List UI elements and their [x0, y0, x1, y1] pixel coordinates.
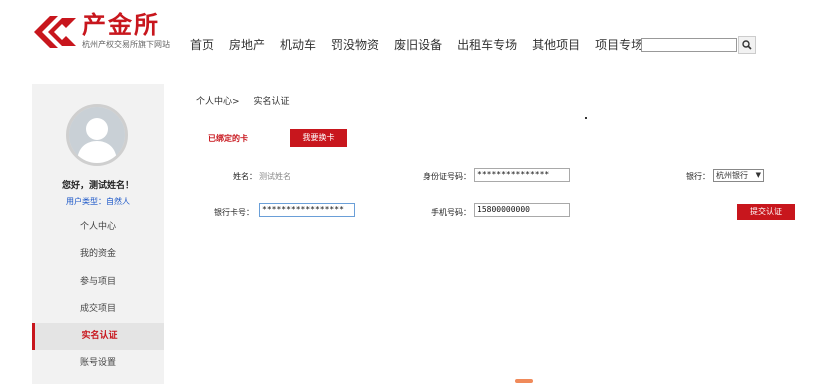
nav-used-equipment[interactable]: 废旧设备 — [394, 36, 442, 54]
brand-title: 产金所 — [82, 11, 160, 39]
bottom-decoration — [515, 379, 533, 383]
nav-confiscated[interactable]: 罚没物资 — [331, 36, 379, 54]
nav-taxi[interactable]: 出租车专场 — [457, 36, 517, 54]
nav-real-estate[interactable]: 房地产 — [229, 36, 265, 54]
sidebar-item-verification[interactable]: 实名认证 — [32, 323, 164, 351]
logo-mark-icon — [34, 16, 76, 48]
site-logo[interactable]: 产金所 杭州产权交易所旗下网站 — [32, 10, 182, 54]
change-card-button[interactable]: 我要换卡 — [290, 129, 347, 147]
bound-card-tab[interactable]: 已绑定的卡 — [208, 133, 248, 144]
search-input[interactable] — [641, 38, 737, 52]
user-avatar-icon — [69, 107, 125, 163]
nav-vehicles[interactable]: 机动车 — [280, 36, 316, 54]
breadcrumb: 个人中心> 实名认证 — [196, 94, 290, 107]
id-number-field[interactable]: *************** — [474, 168, 570, 182]
stray-dot — [585, 117, 587, 119]
sidebar-item-deals[interactable]: 成交项目 — [32, 296, 164, 323]
name-value: 测试姓名 — [259, 172, 291, 181]
submit-verification-button[interactable]: 提交认证 — [737, 204, 795, 220]
breadcrumb-current: 实名认证 — [253, 97, 290, 107]
card-number-label: 银行卡号： — [214, 208, 254, 217]
greeting: 您好，测试姓名！ — [61, 181, 134, 191]
sidebar: 您好，测试姓名！ 用户类型：自然人 个人中心 我的资金 参与项目 成交项目 实名… — [32, 84, 164, 384]
bank-label: 银行： — [686, 172, 710, 181]
phone-label: 手机号码： — [431, 208, 471, 217]
chevron-down-icon: ▼ — [755, 171, 761, 179]
sidebar-item-my-funds[interactable]: 我的资金 — [32, 241, 164, 268]
brand-subtitle: 杭州产权交易所旗下网站 — [82, 40, 170, 49]
nav-home[interactable]: 首页 — [190, 36, 214, 54]
avatar[interactable] — [66, 104, 128, 166]
id-label: 身份证号码： — [423, 172, 471, 181]
nav-other[interactable]: 其他项目 — [532, 36, 580, 54]
name-label: 姓名： — [233, 172, 257, 181]
bank-select[interactable]: 杭州银行 ▼ — [713, 169, 764, 182]
sidebar-item-account-settings[interactable]: 账号设置 — [32, 350, 164, 377]
search-icon — [742, 40, 752, 50]
nav-special[interactable]: 项目专场 — [595, 36, 643, 54]
card-number-field[interactable]: ***************** — [259, 203, 355, 217]
main-nav: 首页 房地产 机动车 罚没物资 废旧设备 出租车专场 其他项目 项目专场 — [190, 36, 658, 54]
sidebar-item-personal-center[interactable]: 个人中心 — [32, 214, 164, 241]
search-button[interactable] — [738, 36, 756, 54]
bank-select-value: 杭州银行 — [716, 171, 748, 180]
user-type: 用户类型：自然人 — [66, 197, 130, 206]
sidebar-item-participated[interactable]: 参与项目 — [32, 269, 164, 296]
sidebar-menu: 个人中心 我的资金 参与项目 成交项目 实名认证 账号设置 — [32, 214, 164, 378]
phone-field[interactable]: 15800000000 — [474, 203, 570, 217]
breadcrumb-personal-center[interactable]: 个人中心> — [196, 94, 240, 107]
